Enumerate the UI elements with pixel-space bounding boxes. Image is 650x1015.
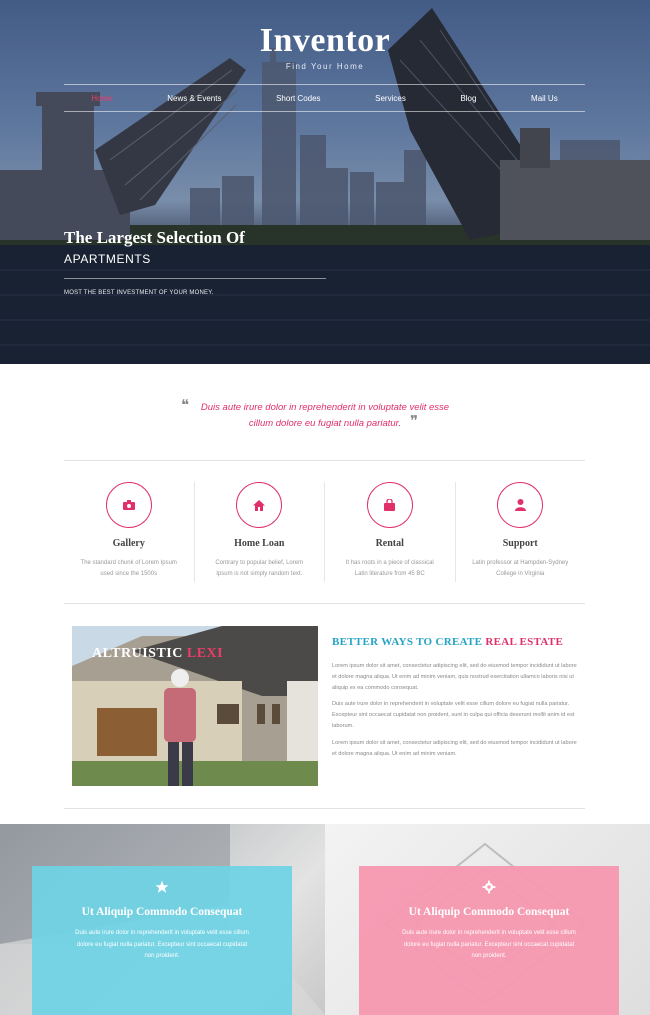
service-icon-circle [366,482,413,528]
gear-icon [482,880,496,894]
hero-text: The Largest Selection Of APARTMENTS MOST… [64,228,326,296]
nav-item-home[interactable]: Home [91,94,112,103]
camera-icon [122,500,135,510]
shopping-bag-icon [384,499,396,511]
about-image: ALTRUISTIC LEXI [72,626,318,786]
nav-item-services[interactable]: Services [375,94,406,103]
brand-tagline: Find Your Home [285,62,365,71]
nav-item-short-codes[interactable]: Short Codes [276,94,320,103]
divider [64,460,585,461]
service-support[interactable]: Support Latin professor at Hampden-Sydne… [454,482,586,582]
divider [64,808,585,809]
service-desc: Contrary to popular belief, Lorem Ipsum … [215,560,304,577]
user-icon [514,499,526,511]
nav-item-blog[interactable]: Blog [460,94,476,103]
about-text: BETTER WAYS TO CREATE REAL ESTATE Lorem … [332,636,580,759]
feature-panel-left: Ut Aliquip Commodo Consequat Duis aute i… [0,824,325,1015]
logo[interactable]: Inventor [0,22,650,60]
service-title: Home Loan [234,538,285,549]
quote-text: Duis aute irure dolor in reprehenderit i… [190,400,460,432]
about-paragraph: Lorem ipsum dolor sit amet, consectetur … [332,663,577,691]
service-rental[interactable]: Rental It has roots in a piece of classi… [324,482,455,582]
feature-card-2[interactable]: Ut Aliquip Commodo Consequat Duis aute i… [359,866,619,1015]
about-paragraph: Lorem ipsum dolor sit amet, consectetur … [332,739,577,757]
brand: Inventor Find Your Home [0,22,650,71]
nav-item-mail-us[interactable]: Mail Us [531,94,558,103]
caption-part-2: LEXI [186,646,224,661]
hero-subtitle: APARTMENTS [64,252,326,279]
open-quote-icon: ❝ [181,398,190,414]
service-desc: The standard chunk of Lorem Ipsum used s… [80,560,177,577]
star-icon [155,880,169,893]
service-title: Rental [375,538,404,549]
feature-card-title: Ut Aliquip Commodo Consequat [408,906,570,918]
feature-card-1[interactable]: Ut Aliquip Commodo Consequat Duis aute i… [32,866,292,1015]
service-title: Support [502,538,538,549]
service-desc: It has roots in a piece of classical Lat… [345,560,434,577]
quote-line-2: cillum dolore eu fugiat nulla pariatur. [248,418,402,429]
main-nav: Home News & Events Short Codes Services … [64,84,585,112]
service-gallery[interactable]: Gallery The standard chunk of Lorem Ipsu… [64,482,194,582]
feature-panel-right: Ut Aliquip Commodo Consequat Duis aute i… [325,824,650,1015]
about-title: BETTER WAYS TO CREATE REAL ESTATE [332,636,580,648]
about-title-part-2: REAL ESTATE [485,636,564,648]
services-row: Gallery The standard chunk of Lorem Ipsu… [64,482,585,582]
service-icon-circle [497,482,544,528]
quote-section: ❝ Duis aute irure dolor in reprehenderit… [0,398,650,432]
service-desc: Latin professor at Hampden-Sydney Colleg… [472,560,569,577]
about-image-caption: ALTRUISTIC LEXI [92,646,223,662]
hero-tagline: MOST THE BEST INVESTMENT OF YOUR MONEY. [64,290,214,296]
service-title: Gallery [112,538,145,549]
hero-title: The Largest Selection Of [64,228,245,247]
feature-card-desc: Duis aute irure dolor in reprehenderit i… [75,930,249,959]
hero-banner: Inventor Find Your Home Home News & Even… [0,0,650,364]
about-title-part-1: BETTER WAYS TO CREATE [332,636,483,648]
service-home-loan[interactable]: Home Loan Contrary to popular belief, Lo… [193,482,325,582]
divider [64,603,585,604]
about-paragraph: Duis aute irure dolor in reprehenderit i… [332,701,575,729]
feature-card-desc: Duis aute irure dolor in reprehenderit i… [402,930,576,959]
feature-card-title: Ut Aliquip Commodo Consequat [81,906,243,918]
nav-item-news-events[interactable]: News & Events [167,94,221,103]
service-icon-circle [105,482,152,528]
service-icon-circle [236,482,283,528]
close-quote-icon: ❞ [410,414,419,430]
home-icon [253,499,266,511]
caption-part-1: ALTRUISTIC [92,646,183,661]
